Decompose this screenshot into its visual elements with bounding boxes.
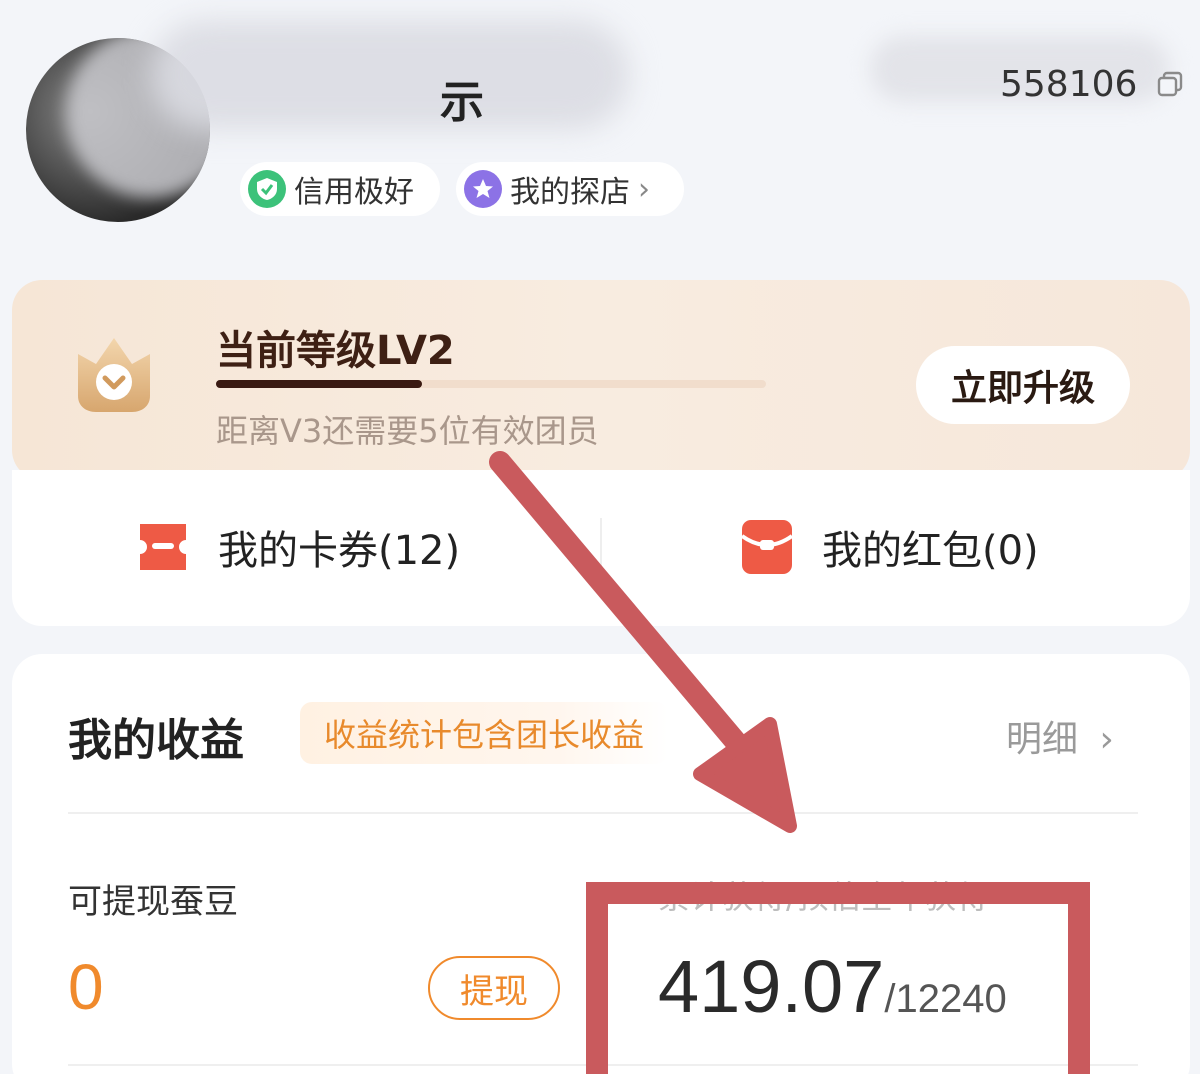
chevron-right-icon: › (638, 171, 650, 207)
credit-badge[interactable]: 信用极好 (240, 162, 440, 216)
ticket-icon (140, 524, 186, 570)
username-blur (150, 20, 630, 130)
level-subtitle: 距离V3还需要5位有效团员 (216, 412, 599, 450)
earnings-title: 我的收益 (68, 715, 244, 766)
red-envelope-icon (740, 520, 794, 574)
star-icon (464, 170, 502, 208)
earnings-note-tag: 收益统计包含团长收益 (300, 702, 669, 764)
annotation-highlight-box (586, 882, 1090, 1074)
coupon-divider (600, 518, 602, 578)
my-coupons-entry[interactable]: 我的卡券(12) (132, 516, 460, 578)
level-title: 当前等级LV2 (216, 328, 455, 374)
my-coupons-label: 我的卡券(12) (218, 528, 461, 574)
earnings-detail-link[interactable]: 明细 › (1006, 710, 1114, 762)
level-progress-bar (216, 380, 766, 388)
explore-badge-label: 我的探店 (510, 175, 630, 210)
my-redpack-label: 我的红包(0) (822, 528, 1039, 574)
credit-badge-label: 信用极好 (294, 175, 414, 210)
level-progress-fill (216, 380, 423, 388)
withdraw-button[interactable]: 提现 (428, 956, 560, 1020)
withdrawable-label: 可提现蚕豆 (68, 882, 238, 922)
shield-check-icon (248, 170, 286, 208)
user-id: 558106 (1000, 64, 1138, 105)
username: 示 (440, 77, 484, 128)
explore-badge[interactable]: 我的探店 › (456, 162, 684, 216)
withdrawable-value: 0 (68, 951, 104, 1023)
level-card[interactable]: 当前等级LV2 距离V3还需要5位有效团员 立即升级 (12, 280, 1190, 480)
crown-badge-icon (78, 338, 150, 412)
coupon-card: 我的卡券(12) 我的红包(0) (12, 470, 1190, 626)
copy-icon[interactable] (1156, 70, 1184, 98)
earnings-divider (68, 812, 1138, 814)
my-redpack-entry[interactable]: 我的红包(0) (736, 516, 1039, 578)
upgrade-button[interactable]: 立即升级 (916, 346, 1130, 424)
earnings-detail-label: 明细 (1006, 719, 1079, 760)
chevron-right-icon: › (1099, 719, 1114, 760)
